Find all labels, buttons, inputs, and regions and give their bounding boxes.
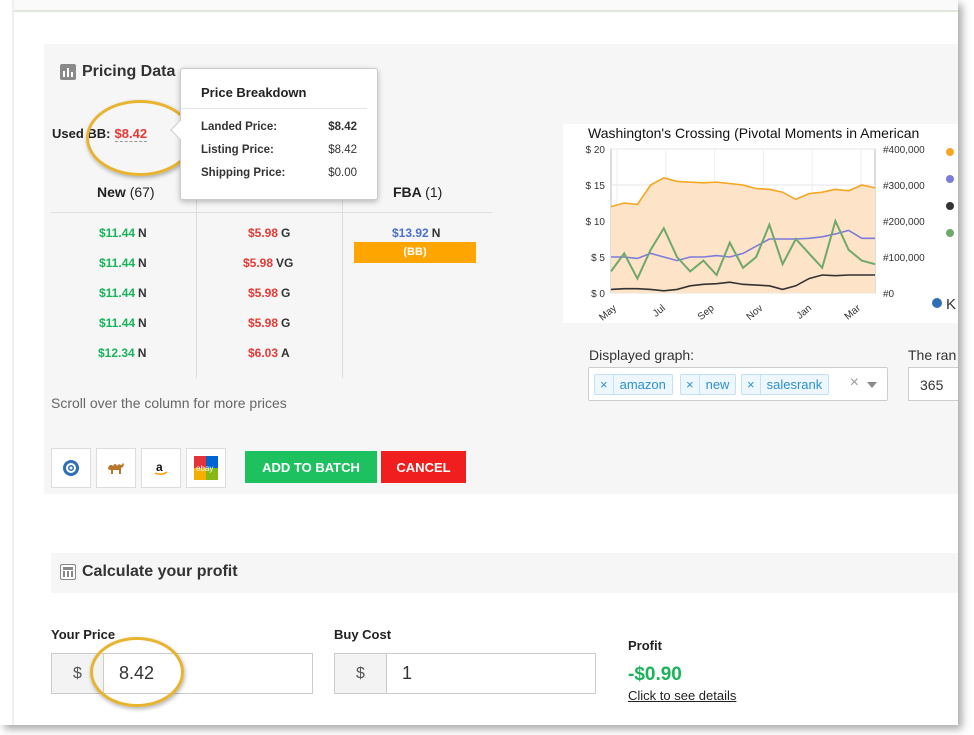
y-left-tick-label: $ 10 — [586, 217, 606, 228]
y-right-tick-label: #0 — [883, 289, 895, 300]
remove-tag-icon[interactable]: × — [595, 375, 614, 394]
fba-offer[interactable]: $13.92 N — [392, 226, 440, 240]
profit-details-link[interactable]: Click to see details — [628, 688, 736, 703]
your-price-input[interactable]: 8.42 — [104, 654, 154, 693]
tag-salesrank[interactable]: × salesrank — [741, 374, 830, 395]
used-bb-label: Used BB: — [52, 126, 111, 141]
legend-dot — [946, 229, 954, 237]
svg-text:ebay: ebay — [196, 464, 213, 473]
left-border — [12, 0, 14, 725]
used-offer[interactable]: $5.98 VG — [243, 256, 293, 270]
displayed-graph-select[interactable]: × amazon × new × salesrank × — [588, 367, 888, 401]
chart-svg: $ 20 $ 15 $ 10 $ 5 $ 0 #400,000 #300,000 #200,0… — [586, 145, 956, 323]
ebay-icon: ebay — [194, 456, 218, 480]
used-bb-value[interactable]: $8.42 — [114, 126, 148, 142]
tooltip-row-landed: Landed Price: $8.42 — [201, 120, 357, 133]
cancel-button[interactable]: CANCEL — [381, 451, 466, 483]
used-offer[interactable]: $6.03 A — [248, 346, 290, 360]
keepa-button[interactable] — [51, 448, 91, 488]
tooltip-row-listing: Listing Price: $8.42 — [201, 143, 357, 156]
buy-cost-field[interactable]: $ 1 — [334, 653, 596, 694]
your-price-field[interactable]: $ 8.42 — [51, 653, 313, 694]
x-tick-label: Mar — [843, 302, 864, 322]
keepa-legend-icon — [932, 298, 942, 308]
keepa-icon — [63, 460, 79, 476]
your-price-label: Your Price — [51, 627, 116, 642]
page: Pricing Data Used BB: $8.42 New (67) FBA … — [0, 0, 958, 725]
new-offer[interactable]: $11.44 N — [99, 286, 147, 300]
amazon-button[interactable]: a — [141, 448, 181, 488]
legend-dot — [946, 148, 954, 156]
x-tick-label: Nov — [745, 303, 766, 323]
range-label: The ran — [908, 347, 957, 363]
profit-label: Profit — [628, 638, 662, 653]
remove-tag-icon[interactable]: × — [681, 375, 700, 394]
y-left-tick-label: $ 15 — [586, 181, 606, 192]
pricing-title-text: Pricing Data — [82, 63, 176, 80]
column-separator — [342, 180, 343, 378]
y-right-tick-label: #100,000 — [883, 253, 925, 264]
price-history-chart[interactable]: Washington's Crossing (Pivotal Moments i… — [563, 124, 958, 323]
range-input[interactable]: 365 — [908, 367, 958, 401]
y-left-tick-label: $ 5 — [591, 253, 605, 264]
remove-tag-icon[interactable]: × — [742, 375, 761, 394]
calc-title-text: Calculate your profit — [82, 563, 238, 580]
buybox-badge: (BB) — [354, 242, 476, 263]
camel-button[interactable] — [96, 448, 136, 488]
camel-icon — [108, 463, 124, 474]
x-tick-label: Sep — [696, 303, 717, 323]
legend-label: K — [946, 296, 956, 313]
pricing-title: Pricing Data — [60, 63, 175, 81]
displayed-graph-label: Displayed graph: — [589, 347, 695, 363]
column-header-fba: FBA (1) — [393, 184, 443, 200]
tag-amazon[interactable]: × amazon — [594, 374, 673, 395]
tag-new[interactable]: × new — [680, 374, 737, 395]
currency-addon: $ — [335, 654, 387, 693]
add-to-batch-button[interactable]: ADD TO BATCH — [245, 451, 377, 483]
used-offer[interactable]: $5.98 G — [248, 316, 290, 330]
price-breakdown-tooltip: Price Breakdown Landed Price: $8.42 Listi… — [170, 68, 378, 200]
x-tick-label: May — [597, 303, 619, 323]
used-bb: Used BB: $8.42 — [52, 126, 148, 142]
legend-dot — [946, 202, 954, 210]
currency-addon: $ — [52, 654, 104, 693]
column-header-new: New (67) — [97, 184, 155, 200]
y-left-tick-label: $ 0 — [591, 289, 605, 300]
y-right-tick-label: #300,000 — [883, 181, 925, 192]
svg-text:a: a — [156, 460, 163, 474]
profit-value: -$0.90 — [628, 664, 682, 685]
chevron-down-icon[interactable] — [867, 382, 877, 388]
tooltip-title: Price Breakdown — [181, 69, 367, 109]
legend-dot — [946, 175, 954, 183]
scroll-note: Scroll over the column for more prices — [51, 395, 287, 411]
ebay-button[interactable]: ebay — [186, 448, 226, 488]
top-strip — [12, 0, 958, 12]
y-left-tick-label: $ 20 — [586, 145, 606, 156]
new-offer[interactable]: $11.44 N — [99, 316, 147, 330]
x-tick-label: Jul — [651, 303, 668, 320]
offer-columns[interactable]: New (67) FBA (1) $11.44 N $11.44 N $11.44 N… — [51, 180, 492, 378]
y-right-tick-label: #400,000 — [883, 145, 925, 156]
buy-cost-input[interactable]: 1 — [387, 654, 412, 693]
clear-icon[interactable]: × — [850, 374, 859, 392]
used-offer[interactable]: $5.98 G — [248, 226, 290, 240]
column-divider — [51, 212, 492, 213]
used-offer[interactable]: $5.98 G — [248, 286, 290, 300]
calc-title: Calculate your profit — [60, 563, 238, 581]
new-offer[interactable]: $11.44 N — [99, 256, 147, 270]
buy-cost-label: Buy Cost — [334, 627, 392, 642]
new-offer[interactable]: $11.44 N — [99, 226, 147, 240]
tooltip-row-shipping: Shipping Price: $0.00 — [201, 166, 357, 179]
new-offer[interactable]: $12.34 N — [98, 346, 146, 360]
x-tick-label: Jan — [795, 303, 814, 322]
bar-chart-icon — [60, 64, 76, 80]
column-separator — [196, 180, 197, 378]
amazon-icon: a — [154, 460, 168, 476]
y-right-tick-label: #200,000 — [883, 217, 925, 228]
calculator-icon — [60, 564, 76, 580]
